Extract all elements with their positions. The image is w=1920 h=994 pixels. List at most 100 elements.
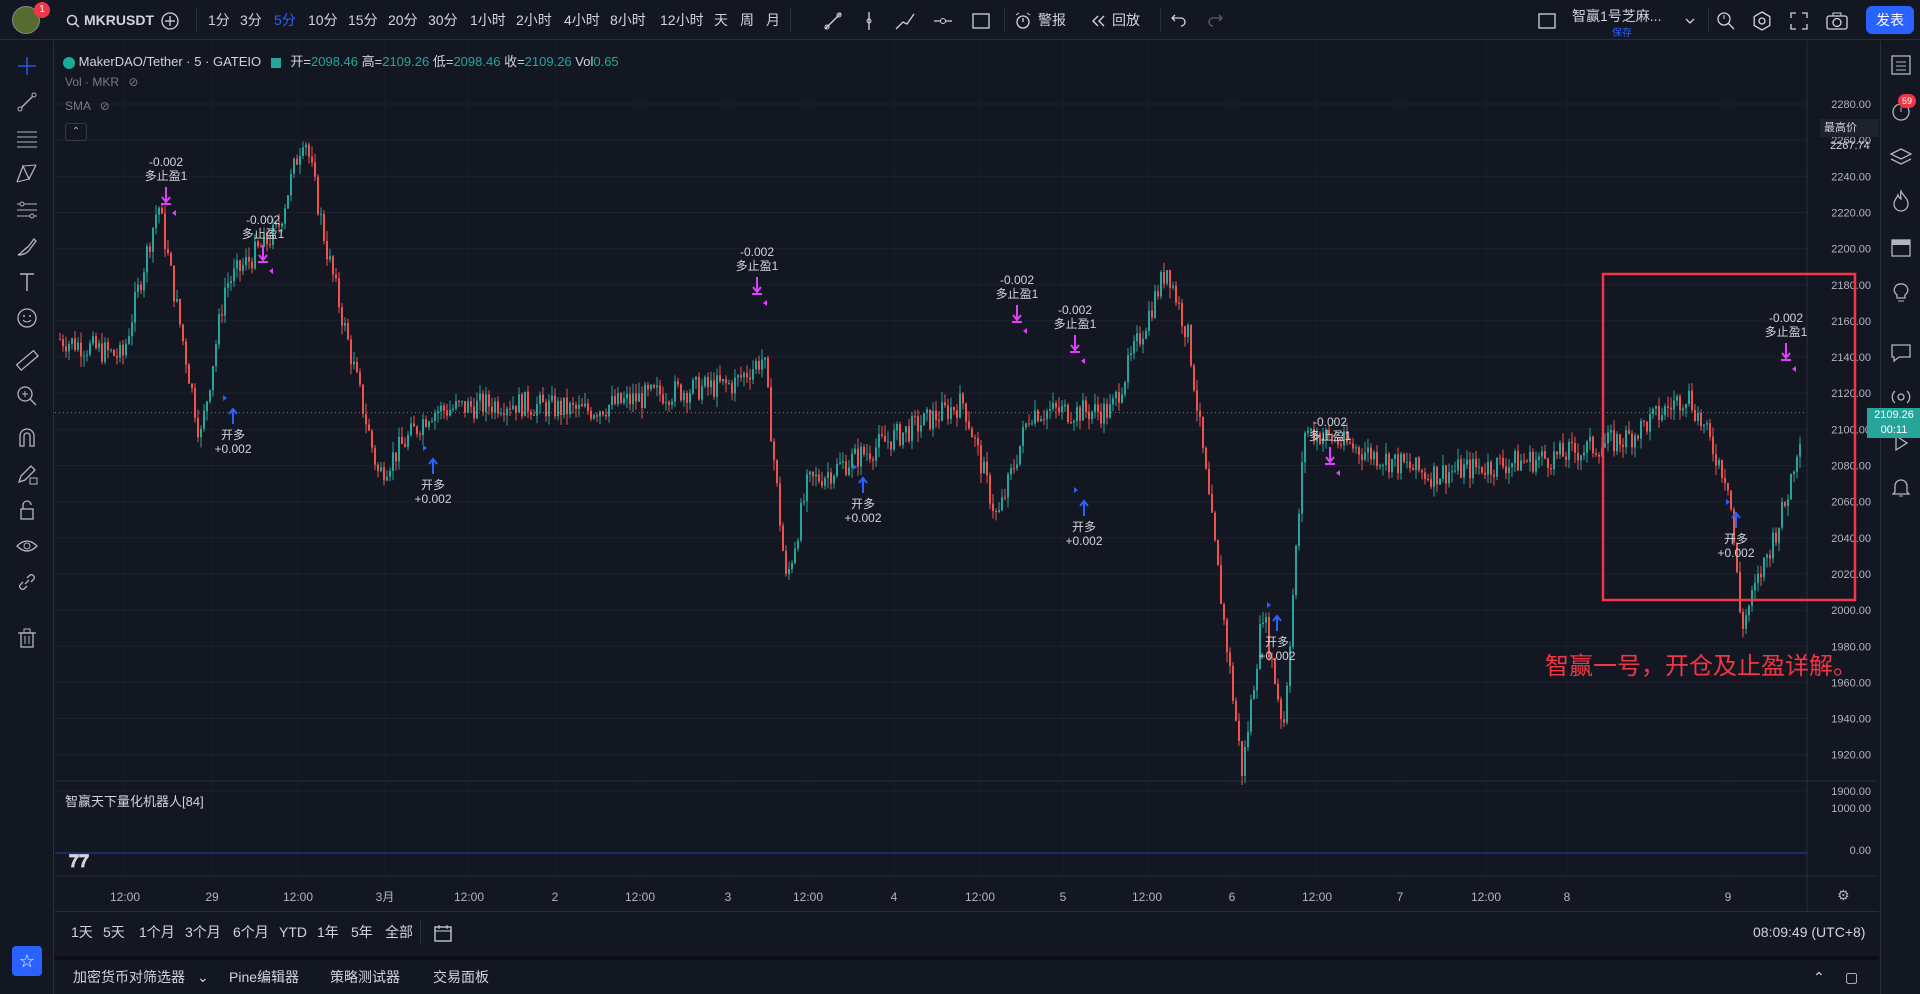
range-button-8[interactable]: 全部 (385, 912, 413, 952)
lock-pencil-icon[interactable] (14, 461, 40, 487)
ideas-bulb-icon[interactable] (1889, 281, 1913, 305)
chevron-down-icon[interactable]: ⌄ (197, 960, 209, 994)
candle-body (860, 446, 862, 467)
tab-trading-panel[interactable]: 交易面板 (433, 960, 489, 994)
chart-area[interactable]: 2280.002260.002240.002220.002200.002180.… (55, 41, 1920, 911)
magnet-icon[interactable] (14, 425, 40, 451)
alert-icon[interactable] (1014, 0, 1032, 40)
interval-3[interactable]: 10分 (308, 0, 338, 40)
range-button-6[interactable]: 1年 (317, 912, 339, 952)
range-button-0[interactable]: 1天 (71, 912, 93, 952)
layout-checkbox-icon[interactable] (1538, 0, 1556, 40)
rectangle-tool-icon[interactable] (970, 0, 992, 40)
range-button-2[interactable]: 1个月 (139, 912, 175, 952)
ruler-icon[interactable] (14, 347, 40, 373)
tab-strategy-tester[interactable]: 策略测试器 (330, 960, 400, 994)
brush-icon[interactable] (14, 233, 40, 259)
interval-8[interactable]: 2小时 (516, 0, 552, 40)
interval-14[interactable]: 月 (766, 0, 780, 40)
collapse-legend-button[interactable]: ⌃ (65, 123, 87, 141)
range-button-4[interactable]: 6个月 (233, 912, 269, 952)
annotation-line2: +0.002 (1717, 546, 1755, 560)
text-tool-icon[interactable] (14, 269, 40, 295)
fullscreen-icon[interactable] (1790, 0, 1808, 40)
clock-timezone[interactable]: 08:09:49 (UTC+8) (1753, 912, 1865, 952)
interval-11[interactable]: 12小时 (660, 0, 704, 40)
chat-icon[interactable] (1889, 341, 1913, 365)
tab-pine-editor[interactable]: Pine编辑器 (229, 960, 299, 994)
watchlist-icon[interactable] (1889, 53, 1913, 77)
layers-icon[interactable] (1889, 145, 1913, 169)
indicator-pane-label[interactable]: 智赢天下量化机器人[84] (65, 791, 204, 810)
pattern-tool-icon[interactable] (14, 161, 40, 187)
symbol-search-icon[interactable] (66, 0, 80, 40)
crosshair-icon[interactable] (14, 53, 40, 79)
trend-line-icon[interactable] (14, 89, 40, 115)
emoji-icon[interactable] (14, 305, 40, 331)
candle-body (848, 467, 850, 475)
notifications-bell-icon[interactable] (1889, 475, 1913, 499)
maximize-panel-icon[interactable]: ▢ (1845, 960, 1858, 994)
candle-body (800, 502, 802, 541)
range-button-5[interactable]: YTD (279, 912, 307, 952)
fib-retracement-icon[interactable] (14, 125, 40, 151)
streams-icon[interactable] (1889, 385, 1913, 409)
layout-name[interactable]: 智赢1号芝麻... (1572, 6, 1661, 26)
interval-0[interactable]: 1分 (208, 0, 230, 40)
interval-6[interactable]: 30分 (428, 0, 458, 40)
eye-icon[interactable] (14, 533, 40, 559)
settings-gear-icon[interactable] (1752, 0, 1772, 40)
vertical-line-tool-icon[interactable] (858, 0, 880, 40)
ray-tool-icon[interactable] (894, 0, 916, 40)
hotlist-fire-icon[interactable] (1889, 189, 1913, 213)
undo-icon[interactable] (1170, 0, 1188, 40)
sma-indicator-legend[interactable]: SMA ⊘ (65, 99, 110, 113)
candle-body (1766, 554, 1768, 558)
collapse-panel-icon[interactable]: ⌃ (1813, 960, 1825, 994)
interval-7[interactable]: 1小时 (470, 0, 506, 40)
range-button-3[interactable]: 3个月 (185, 912, 221, 952)
forecast-tool-icon[interactable] (14, 197, 40, 223)
legend-title[interactable]: MakerDAO/Tether · 5 · GATEIO (79, 54, 262, 69)
horizontal-ray-icon[interactable] (932, 0, 954, 40)
interval-1[interactable]: 3分 (240, 0, 262, 40)
axis-settings-gear-icon[interactable]: ⚙ (1837, 887, 1850, 904)
symbol-name[interactable]: MKRUSDT (84, 0, 154, 40)
favorites-star-icon[interactable]: ☆ (12, 946, 42, 976)
goto-date-calendar-icon[interactable] (433, 912, 453, 952)
zoom-in-icon[interactable] (14, 383, 40, 409)
lock-icon[interactable] (14, 497, 40, 523)
quick-search-icon[interactable] (1716, 0, 1736, 40)
candle-body (1133, 341, 1135, 354)
candle-body (1523, 460, 1525, 462)
redo-icon[interactable] (1206, 0, 1224, 40)
interval-10[interactable]: 8小时 (610, 0, 646, 40)
link-icon[interactable] (14, 569, 40, 595)
trash-icon[interactable] (14, 625, 40, 651)
range-button-1[interactable]: 5天 (103, 912, 125, 952)
range-button-7[interactable]: 5年 (351, 912, 373, 952)
interval-9[interactable]: 4小时 (564, 0, 600, 40)
eye-off-icon[interactable]: ⊘ (128, 75, 138, 89)
price-chart[interactable]: 2280.002260.002240.002220.002200.002180.… (55, 41, 1879, 911)
interval-5[interactable]: 20分 (388, 0, 418, 40)
publish-button[interactable]: 发表 (1866, 6, 1914, 34)
interval-13[interactable]: 周 (740, 0, 754, 40)
interval-4[interactable]: 15分 (348, 0, 378, 40)
tab-crypto-screener[interactable]: 加密货币对筛选器 (73, 960, 185, 994)
candle-body (1157, 291, 1159, 297)
volume-indicator-legend[interactable]: Vol · MKR ⊘ (65, 75, 138, 89)
interval-2[interactable]: 5分 (274, 0, 296, 40)
candle-body (1025, 423, 1027, 428)
candle-body (1592, 436, 1594, 454)
chevron-down-icon[interactable] (1684, 0, 1696, 40)
calendar-icon[interactable] (1889, 235, 1913, 259)
alert-button[interactable]: 警报 (1038, 0, 1066, 40)
interval-12[interactable]: 天 (714, 0, 728, 40)
camera-icon[interactable] (1826, 0, 1848, 40)
eye-off-icon[interactable]: ⊘ (100, 99, 110, 113)
compare-add-icon[interactable] (160, 0, 180, 40)
replay-icon[interactable] (1090, 0, 1106, 40)
trend-line-tool-icon[interactable] (822, 0, 844, 40)
replay-button[interactable]: 回放 (1112, 0, 1140, 40)
